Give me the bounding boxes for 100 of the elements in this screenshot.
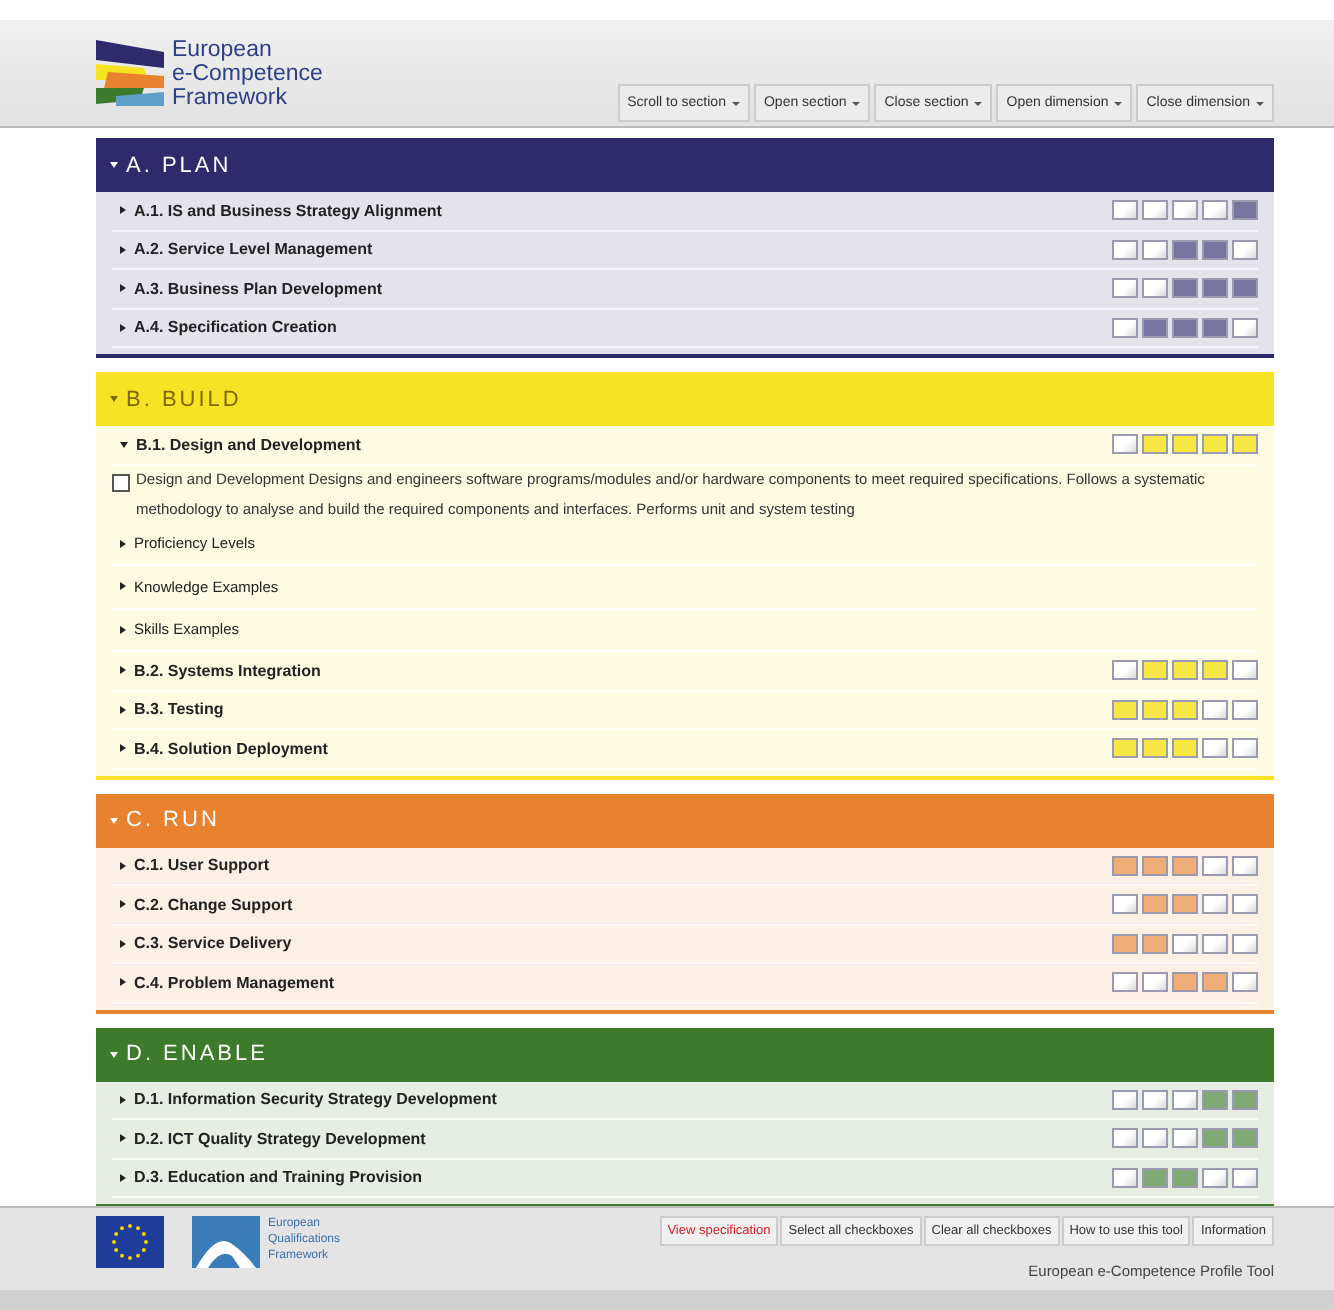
level-checkbox[interactable] [1202, 855, 1228, 876]
competence-row[interactable]: C.2. Change Support [112, 886, 1258, 925]
level-checkbox[interactable] [1202, 1128, 1228, 1149]
level-checkbox[interactable] [1172, 933, 1198, 954]
level-checkbox[interactable] [1172, 738, 1198, 759]
competence-row[interactable]: B.2. Systems Integration [112, 652, 1258, 691]
section-header[interactable]: A. PLAN [96, 138, 1274, 192]
level-checkbox[interactable] [1232, 894, 1258, 915]
level-checkbox[interactable] [1232, 1167, 1258, 1188]
level-checkbox[interactable] [1202, 699, 1228, 720]
level-checkbox[interactable] [1172, 434, 1198, 455]
competence-row[interactable]: A.3. Business Plan Development [112, 270, 1258, 309]
level-checkbox[interactable] [1142, 239, 1168, 260]
level-checkbox[interactable] [1112, 933, 1138, 954]
level-checkbox[interactable] [1172, 1089, 1198, 1110]
level-checkbox[interactable] [1142, 660, 1168, 681]
level-checkbox[interactable] [1112, 434, 1138, 455]
competence-row[interactable]: A.2. Service Level Management [112, 231, 1258, 270]
level-checkbox[interactable] [1172, 1128, 1198, 1149]
level-checkbox[interactable] [1112, 738, 1138, 759]
level-checkbox[interactable] [1232, 972, 1258, 993]
level-checkbox[interactable] [1112, 239, 1138, 260]
competence-row[interactable]: B.3. Testing [112, 691, 1258, 730]
level-checkbox[interactable] [1172, 699, 1198, 720]
level-checkbox[interactable] [1202, 660, 1228, 681]
competence-row[interactable]: C.1. User Support [112, 847, 1258, 886]
level-checkbox[interactable] [1112, 1089, 1138, 1110]
level-checkbox[interactable] [1232, 1089, 1258, 1110]
level-checkbox[interactable] [1112, 317, 1138, 338]
checkbox[interactable] [112, 473, 130, 491]
level-checkbox[interactable] [1112, 972, 1138, 993]
level-checkbox[interactable] [1202, 894, 1228, 915]
level-checkbox[interactable] [1232, 278, 1258, 299]
level-checkbox[interactable] [1112, 660, 1138, 681]
logo-text: European e-Competence Framework [172, 37, 323, 109]
level-checkbox[interactable] [1202, 317, 1228, 338]
competence-row[interactable]: C.4. Problem Management [112, 964, 1258, 1003]
competence-row[interactable]: A.1. IS and Business Strategy Alignment [112, 192, 1258, 231]
level-checkbox[interactable] [1142, 317, 1168, 338]
competence-title: A.3. Business Plan Development [134, 279, 383, 298]
level-checkbox[interactable] [1172, 239, 1198, 260]
level-checkbox[interactable] [1112, 699, 1138, 720]
competence-title: D.2. ICT Quality Strategy Development [134, 1129, 426, 1148]
level-checkbox[interactable] [1202, 972, 1228, 993]
level-checkbox[interactable] [1112, 1128, 1138, 1149]
level-checkbox[interactable] [1232, 933, 1258, 954]
level-checkbox[interactable] [1142, 200, 1168, 221]
level-checkbox[interactable] [1172, 855, 1198, 876]
competence-title: A.1. IS and Business Strategy Alignment [134, 201, 442, 220]
level-checkbox[interactable] [1142, 1167, 1168, 1188]
level-checkbox[interactable] [1142, 933, 1168, 954]
level-checkbox[interactable] [1202, 933, 1228, 954]
level-checkbox[interactable] [1172, 200, 1198, 221]
level-checkbox[interactable] [1172, 660, 1198, 681]
level-checkbox[interactable] [1202, 239, 1228, 260]
level-checkbox[interactable] [1112, 894, 1138, 915]
level-checkbox[interactable] [1232, 239, 1258, 260]
level-checkbox[interactable] [1172, 894, 1198, 915]
competence-row[interactable]: A.4. Specification Creation [112, 309, 1258, 348]
level-checkbox[interactable] [1142, 1128, 1168, 1149]
level-checkbox[interactable] [1142, 855, 1168, 876]
level-checkbox[interactable] [1172, 317, 1198, 338]
level-checkbox[interactable] [1202, 1167, 1228, 1188]
section-header[interactable]: B. BUILD [96, 372, 1274, 426]
level-checkbox[interactable] [1202, 200, 1228, 221]
level-checkbox[interactable] [1202, 278, 1228, 299]
level-checkbox[interactable] [1172, 1167, 1198, 1188]
level-checkbox[interactable] [1232, 317, 1258, 338]
level-checkbox[interactable] [1142, 1089, 1168, 1110]
competence-row[interactable]: B.4. Solution Deployment [112, 730, 1258, 769]
competence-row[interactable]: D.1. Information Security Strategy Development [112, 1081, 1258, 1120]
section-title: B. BUILD [126, 387, 242, 411]
level-checkbox[interactable] [1172, 972, 1198, 993]
level-checkbox[interactable] [1202, 434, 1228, 455]
level-checkbox[interactable] [1172, 278, 1198, 299]
level-checkbox[interactable] [1202, 738, 1228, 759]
level-checkbox[interactable] [1232, 434, 1258, 455]
section-header[interactable]: D. ENABLE [96, 1027, 1274, 1081]
level-checkbox[interactable] [1112, 855, 1138, 876]
level-checkbox[interactable] [1232, 855, 1258, 876]
level-checkbox[interactable] [1142, 894, 1168, 915]
level-checkbox[interactable] [1232, 200, 1258, 221]
competence-row[interactable]: B.1. Design and Development [112, 426, 1258, 465]
level-checkbox[interactable] [1112, 200, 1138, 221]
level-checkbox[interactable] [1142, 738, 1168, 759]
section-title: A. PLAN [126, 153, 232, 177]
level-checkbox[interactable] [1142, 434, 1168, 455]
level-checkbox[interactable] [1112, 278, 1138, 299]
level-checkbox[interactable] [1142, 699, 1168, 720]
level-checkbox[interactable] [1232, 660, 1258, 681]
level-checkbox[interactable] [1142, 278, 1168, 299]
competence-row[interactable]: D.2. ICT Quality Strategy Development [112, 1120, 1258, 1159]
level-checkbox[interactable] [1202, 1089, 1228, 1110]
level-checkbox[interactable] [1112, 1167, 1138, 1188]
level-checkbox[interactable] [1232, 738, 1258, 759]
competence-row[interactable]: D.3. Education and Training Provision [112, 1159, 1258, 1198]
level-checkbox[interactable] [1232, 699, 1258, 720]
level-checkbox[interactable] [1142, 972, 1168, 993]
competence-row[interactable]: C.3. Service Delivery [112, 925, 1258, 964]
level-checkbox[interactable] [1232, 1128, 1258, 1149]
